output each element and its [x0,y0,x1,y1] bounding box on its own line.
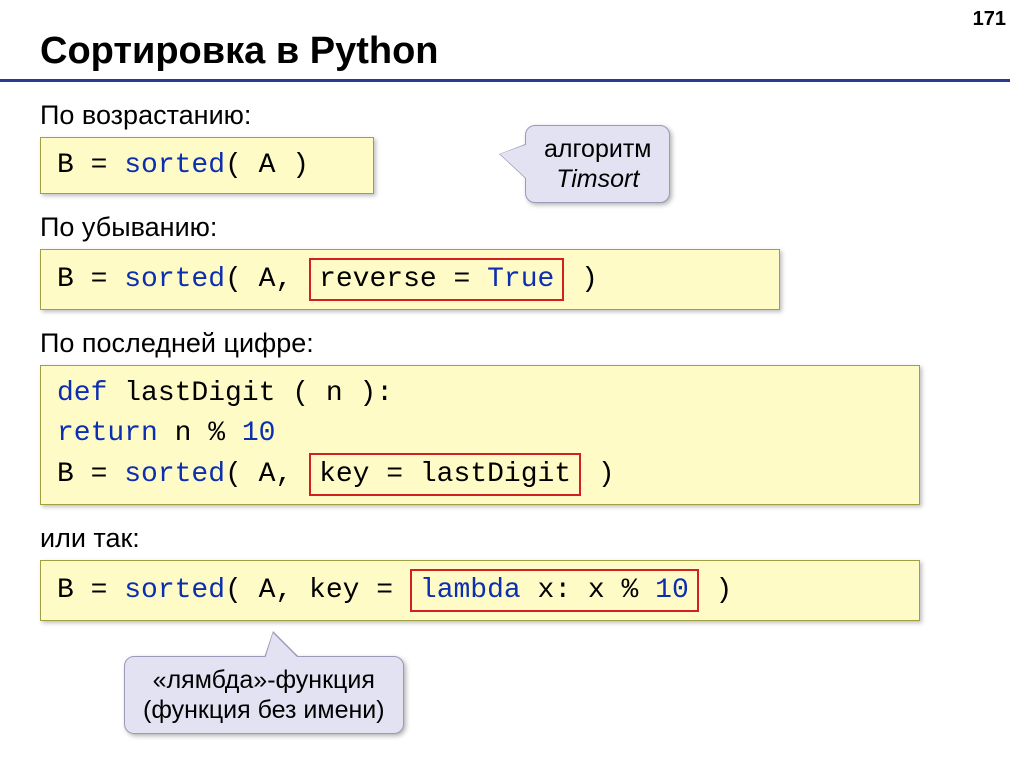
label-or-so: или так: [40,523,1024,554]
code-text: B = [57,459,124,490]
keyword-return: return [57,418,158,449]
page-number: 171 [973,8,1006,31]
keyword-sorted: sorted [124,575,225,606]
code-text: ( A, [225,264,309,295]
code-text: ) [564,264,598,295]
code-text: B = [57,150,124,181]
code-text: ( A, key = [225,575,410,606]
highlight-key: key = lastDigit [309,453,581,496]
code-reverse-pre: reverse = [319,264,487,295]
code-text: ( A, [225,459,309,490]
tooltip-tail-icon [500,144,528,180]
keyword-sorted: sorted [124,459,225,490]
label-descending: По убыванию: [40,212,1024,243]
keyword-true: True [487,264,554,295]
number-ten: 10 [242,418,276,449]
tooltip-line2: (функция без имени) [143,696,385,724]
code-text: B = [57,264,124,295]
number-ten: 10 [655,575,689,606]
tooltip-timsort: алгоритм Timsort [525,125,670,203]
code-block-descending: B = sorted( A, reverse = True ) [40,249,780,310]
highlight-reverse: reverse = True [309,258,564,301]
tooltip-line1: «лямбда»-функция [153,666,375,694]
page-title: Сортировка в Python [0,0,1010,82]
keyword-sorted: sorted [124,264,225,295]
code-text: n % [158,418,242,449]
code-block-lambda: B = sorted( A, key = lambda x: x % 10 ) [40,560,920,621]
keyword-sorted: sorted [124,150,225,181]
tooltip-lambda: «лямбда»-функция (функция без имени) [124,656,404,734]
code-text: ) [699,575,733,606]
code-text: ( A ) [225,150,309,181]
keyword-def: def [57,378,107,409]
tooltip-tail-icon [265,633,299,659]
code-block-lastdigit: def lastDigit ( n ): return n % 10 B = s… [40,365,920,505]
code-text: lastDigit ( n ): [107,378,393,409]
code-block-ascending: B = sorted( A ) [40,137,374,194]
tooltip-line2: Timsort [556,165,639,193]
code-text: B = [57,575,124,606]
code-text: x: x % [521,575,655,606]
highlight-lambda: lambda x: x % 10 [410,569,699,612]
keyword-lambda: lambda [420,575,521,606]
label-last-digit: По последней цифре: [40,328,1024,359]
code-text: ) [581,459,615,490]
tooltip-line1: алгоритм [544,135,651,163]
